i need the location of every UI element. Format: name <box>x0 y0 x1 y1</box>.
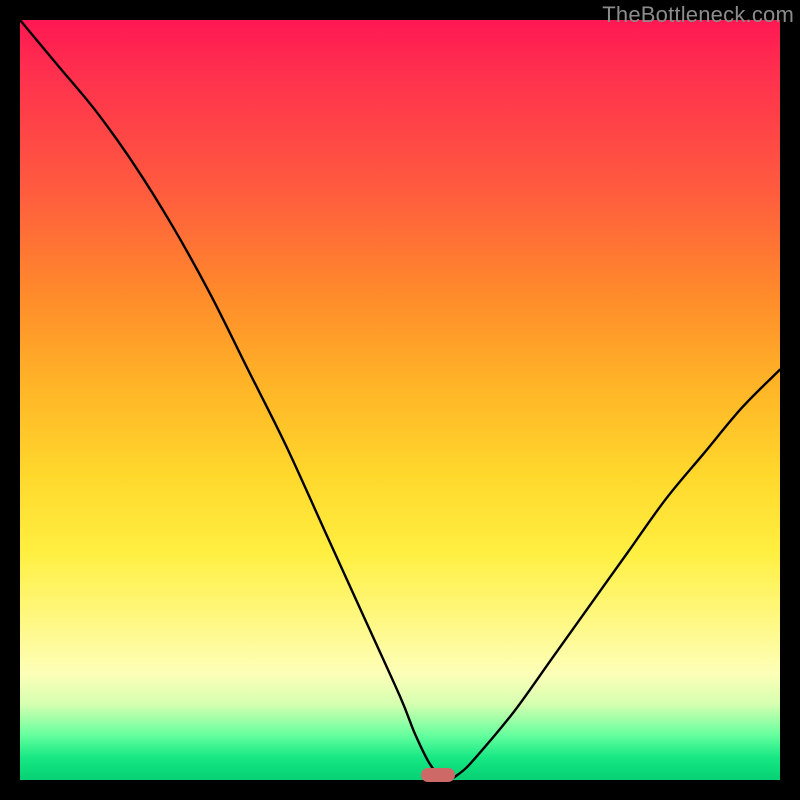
optimal-marker <box>421 768 455 782</box>
plot-area <box>20 20 780 780</box>
chart-frame: TheBottleneck.com <box>0 0 800 800</box>
watermark-text: TheBottleneck.com <box>602 2 794 28</box>
bottleneck-curve <box>20 20 780 780</box>
